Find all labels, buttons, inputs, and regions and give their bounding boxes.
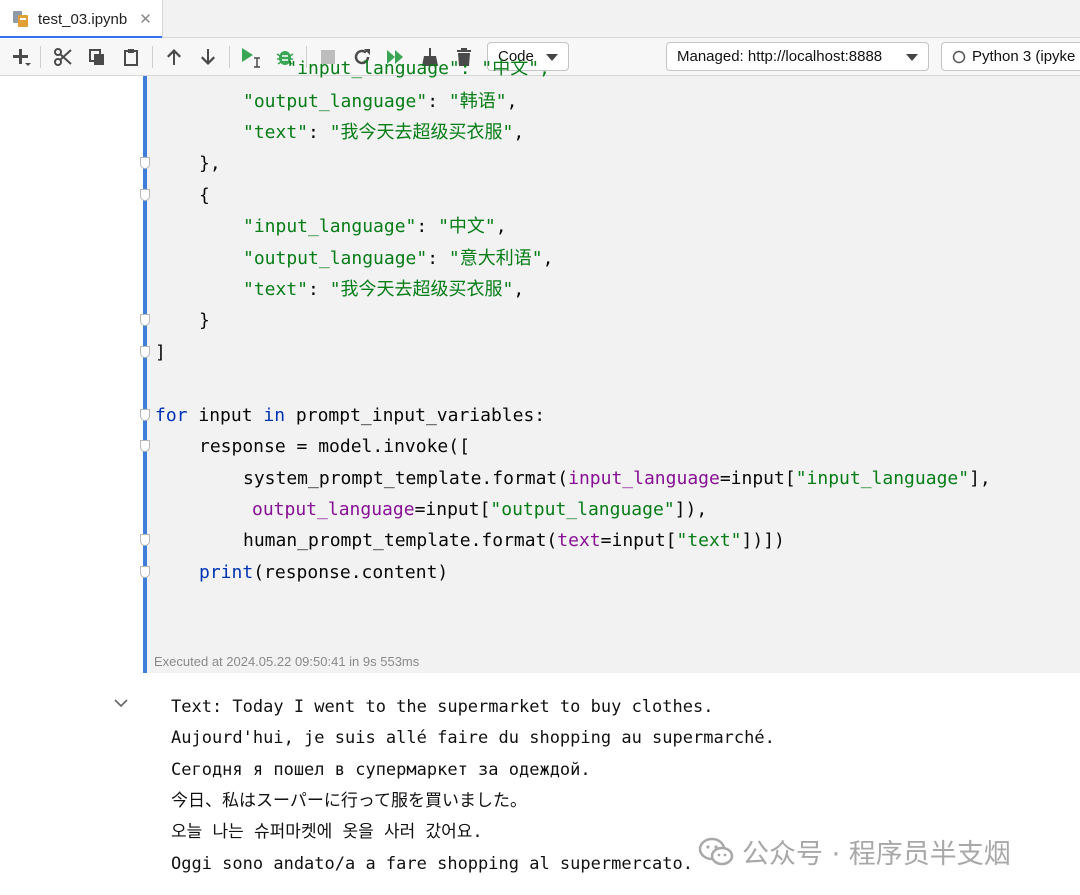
- output-line: Text: Today I went to the supermarket to…: [171, 697, 714, 717]
- output-line: Oggi sono andato/a a fare shopping al su…: [171, 854, 693, 874]
- code-line: response = model.invoke([: [199, 436, 470, 457]
- fold-marker[interactable]: [140, 534, 150, 546]
- output-line: Сегодня я пошел в супермаркет за одеждой…: [171, 760, 591, 780]
- fold-marker[interactable]: [140, 566, 150, 578]
- output-line: Aujourd'hui, je suis allé faire du shopp…: [171, 728, 775, 748]
- watermark: 公众号 · 程序员半支烟: [698, 832, 1011, 871]
- code-line: "text": "我今天去超级买衣服",: [243, 122, 525, 143]
- watermark-text: 公众号 · 程序员半支烟: [742, 839, 1011, 870]
- code-line-clipped: "input_language": "中文",: [243, 58, 550, 79]
- fold-marker[interactable]: [140, 346, 150, 358]
- code-line: for input in prompt_input_variables:: [155, 405, 546, 426]
- code-line: ]: [155, 342, 166, 363]
- wechat-icon: [698, 837, 734, 865]
- code-line: output_language=input["output_language"]…: [252, 499, 708, 520]
- code-line: },: [199, 153, 221, 174]
- fold-marker[interactable]: [140, 409, 150, 421]
- fold-marker[interactable]: [140, 440, 150, 452]
- execution-info: Executed at 2024.05.22 09:50:41 in 9s 55…: [154, 654, 420, 669]
- output-line: 今日、私はスーパーに行って服を買いました。: [171, 791, 527, 811]
- code-line: system_prompt_template.format(input_lang…: [243, 468, 991, 489]
- code-line: "input_language": "中文",: [243, 216, 507, 237]
- fold-marker[interactable]: [140, 189, 150, 201]
- code-editor: "input_language": "中文", "output_language…: [0, 0, 1080, 597]
- code-line: }: [199, 310, 210, 331]
- code-line: "output_language": "意大利语",: [243, 248, 554, 269]
- code-line: "output_language": "韩语",: [243, 91, 518, 112]
- fold-marker[interactable]: [140, 314, 150, 326]
- fold-marker[interactable]: [140, 157, 150, 169]
- output-line: 오늘 나는 슈퍼마켓에 옷을 사러 갔어요.: [171, 822, 483, 842]
- code-line: {: [199, 185, 210, 206]
- code-line: human_prompt_template.format(text=input[…: [243, 530, 785, 551]
- code-line: "text": "我今天去超级买衣服",: [243, 279, 525, 300]
- collapse-output-chevron-icon[interactable]: [113, 697, 129, 709]
- code-line: print(response.content): [199, 562, 449, 583]
